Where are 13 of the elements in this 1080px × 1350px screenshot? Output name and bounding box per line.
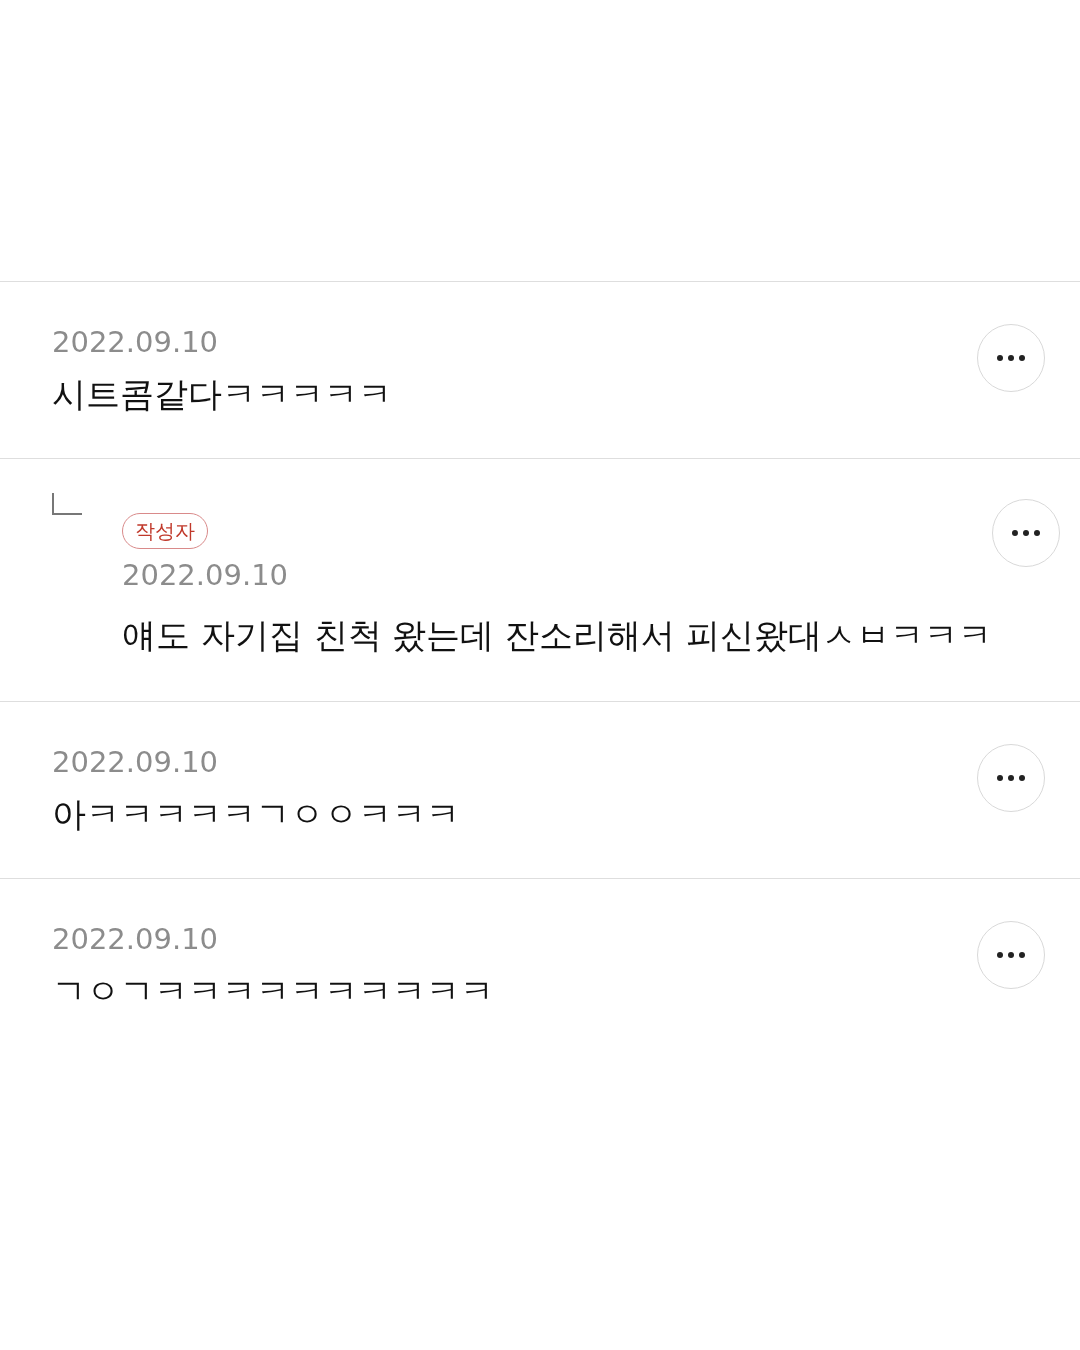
comment-text: 시트콤같다ㅋㅋㅋㅋㅋ (52, 373, 393, 416)
more-icon (997, 775, 1025, 781)
reply-corner-icon (52, 493, 82, 515)
comment-text: 아ㅋㅋㅋㅋㅋㄱㅇㅇㅋㅋㅋ (52, 793, 461, 836)
comment-text: 얘도 자기집 친척 왔는데 잔소리해서 피신왔대ㅅㅂㅋㅋㅋ (122, 614, 993, 657)
more-icon (1012, 530, 1041, 536)
more-icon (997, 355, 1025, 361)
comment-date: 2022.09.10 (52, 744, 220, 780)
comment-date: 2022.09.10 (52, 324, 220, 360)
comment-text: ㄱㅇㄱㅋㅋㅋㅋㅋㅋㅋㅋㅋㅋ (52, 970, 495, 1013)
comment-date: 2022.09.10 (52, 921, 220, 957)
more-icon (997, 952, 1025, 958)
comment-date: 2022.09.10 (122, 557, 290, 593)
